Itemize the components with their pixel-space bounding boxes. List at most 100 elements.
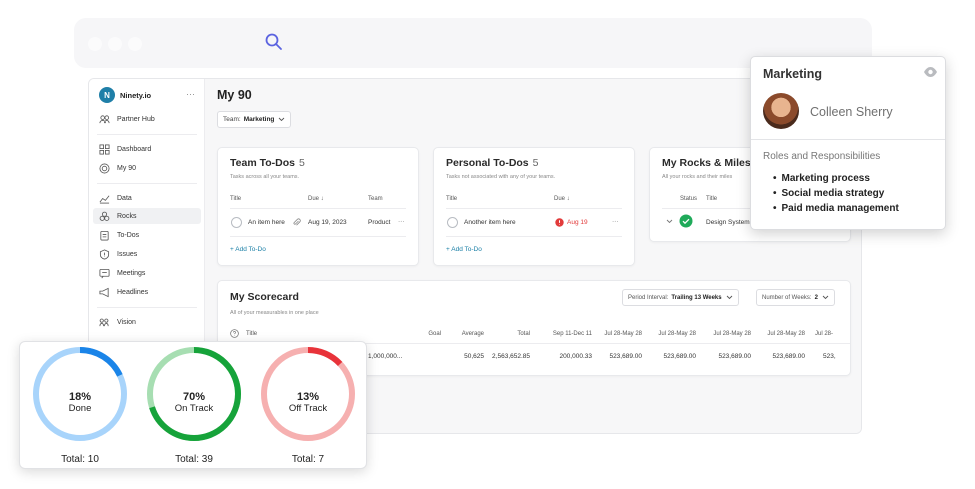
vision-icon [99, 318, 109, 326]
sidebar-item-label: Meetings [117, 269, 146, 277]
weeks-label: Number of Weeks: [762, 294, 812, 301]
sidebar-item-label: Dashboard [117, 145, 152, 153]
score-average: 50,625 [464, 353, 484, 360]
team-selector[interactable]: Team: Marketing [217, 111, 292, 128]
rocks-title: My Rocks & Milesto [662, 157, 761, 169]
column-header[interactable]: Sep 11-Dec 11 [536, 331, 592, 337]
sidebar-item-issues[interactable]: Issues [93, 246, 201, 262]
more-icon[interactable]: ··· [612, 218, 619, 225]
popup-subtitle: Roles and Responsibilities [763, 151, 881, 162]
ring-done: 18% Done Total: 10 [30, 344, 130, 465]
sidebar-item-label: To-Dos [117, 231, 140, 239]
column-header[interactable]: Title [246, 331, 257, 337]
responsibilities-popup: Marketing Colleen Sherry Roles and Respo… [750, 56, 946, 230]
brand[interactable]: N Ninety.io [99, 87, 151, 103]
sidebar-item-label: Issues [117, 250, 138, 258]
ring-on-track: 70% On Track Total: 39 [144, 344, 244, 465]
column-header[interactable]: Due ↓ [554, 196, 570, 202]
todo-title[interactable]: An item here [248, 219, 285, 226]
score-cell[interactable]: 200,000.33 [536, 353, 592, 360]
team-todos-count: 5 [298, 157, 305, 169]
sidebar-item-headlines[interactable]: Headlines [93, 284, 201, 300]
team-select-value: Marketing [243, 116, 275, 123]
brand-name: Ninety.io [120, 90, 152, 100]
ring-total: Total: 7 [291, 454, 325, 465]
column-header[interactable]: Jul 28-May 28 [596, 331, 642, 337]
card-title: Team To-Dos 5 [230, 157, 305, 169]
sidebar-item-rocks[interactable]: Rocks [93, 208, 201, 224]
column-header[interactable]: Status [680, 196, 697, 202]
weeks-count-select[interactable]: Number of Weeks: 2 [756, 289, 835, 306]
ring-label: On Track [174, 403, 214, 414]
ring-off-track: 13% Off Track Total: 7 [258, 344, 358, 465]
score-cell[interactable]: 523,689.00 [759, 353, 805, 360]
sidebar-item-vision[interactable]: Vision [93, 314, 201, 330]
column-header[interactable]: Due ↓ [308, 196, 324, 202]
column-header[interactable]: Jul 28-May 28 [650, 331, 696, 337]
clipboard-icon [100, 230, 109, 240]
column-header[interactable]: Jul 28-May 28 [705, 331, 751, 337]
add-todo-button[interactable]: + Add To-Do [230, 246, 266, 253]
help-icon[interactable] [230, 329, 239, 338]
ninety-logo-icon: N [99, 87, 115, 103]
card-title: Personal To-Dos 5 [446, 157, 539, 169]
column-header[interactable]: Goal [396, 331, 441, 337]
avatar [763, 93, 799, 129]
sidebar-item-data[interactable]: Data [93, 190, 201, 206]
users-icon [99, 114, 110, 123]
score-cell[interactable]: 523,689.00 [596, 353, 642, 360]
status-complete-icon[interactable] [679, 214, 693, 228]
column-header[interactable]: Team [368, 196, 383, 202]
rock-title[interactable]: Design System [706, 219, 750, 226]
divider [97, 307, 197, 308]
divider [230, 208, 406, 209]
period-interval-select[interactable]: Period Interval: Trailing 13 Weeks [622, 289, 739, 306]
weeks-value: 2 [814, 294, 818, 301]
person-name: Colleen Sherry [810, 105, 893, 119]
sidebar-item-todos[interactable]: To-Dos [93, 227, 201, 243]
chevron-down-icon[interactable] [666, 219, 673, 224]
ring-percent: 70% [182, 391, 206, 403]
sidebar-item-label: Rocks [117, 212, 137, 220]
column-header[interactable]: Total [488, 331, 530, 337]
period-value: Trailing 13 Weeks [671, 294, 722, 301]
divider [446, 208, 622, 209]
sidebar-item-meetings[interactable]: Meetings [93, 265, 201, 281]
todo-title[interactable]: Another item here [464, 219, 516, 226]
scorecard-title: My Scorecard [230, 291, 299, 303]
column-header[interactable]: Jul 28-May 28 [759, 331, 805, 337]
sidebar-item-label: Partner Hub [117, 115, 155, 123]
ring-total: Total: 10 [61, 454, 99, 465]
list-item: Social media strategy [773, 186, 899, 201]
rocks-icon [99, 211, 110, 221]
score-goal: 1,000,000... [368, 353, 403, 360]
column-header[interactable]: Jul 28- [815, 331, 833, 337]
ring-percent: 18% [68, 391, 92, 403]
target-icon [99, 163, 110, 173]
column-header[interactable]: Title [446, 196, 457, 202]
sidebar-item-label: My 90 [117, 164, 137, 172]
search-icon[interactable] [264, 32, 284, 52]
more-icon[interactable]: ··· [186, 89, 195, 99]
page-title: My 90 [217, 88, 252, 102]
sidebar-item-partner-hub[interactable]: Partner Hub [93, 111, 201, 127]
score-cell[interactable]: 523, [823, 353, 836, 360]
sidebar-item-dashboard[interactable]: Dashboard [93, 141, 201, 157]
eye-icon[interactable] [923, 66, 938, 78]
divider [446, 236, 622, 237]
shield-alert-icon [99, 248, 110, 260]
sidebar-item-my90[interactable]: My 90 [93, 160, 201, 176]
todo-team: Product [368, 219, 391, 226]
chevron-down-icon [726, 295, 732, 300]
column-header[interactable]: Average [438, 331, 484, 337]
todo-checkbox[interactable] [231, 217, 242, 228]
todo-due: Aug 19, 2023 [308, 219, 347, 226]
column-header[interactable]: Title [230, 196, 241, 202]
add-todo-button[interactable]: + Add To-Do [446, 246, 482, 253]
score-cell[interactable]: 523,689.00 [705, 353, 751, 360]
more-icon[interactable]: ··· [398, 218, 405, 225]
divider [97, 183, 197, 184]
score-cell[interactable]: 523,689.00 [650, 353, 696, 360]
column-header[interactable]: Title [706, 196, 717, 202]
todo-checkbox[interactable] [447, 217, 458, 228]
